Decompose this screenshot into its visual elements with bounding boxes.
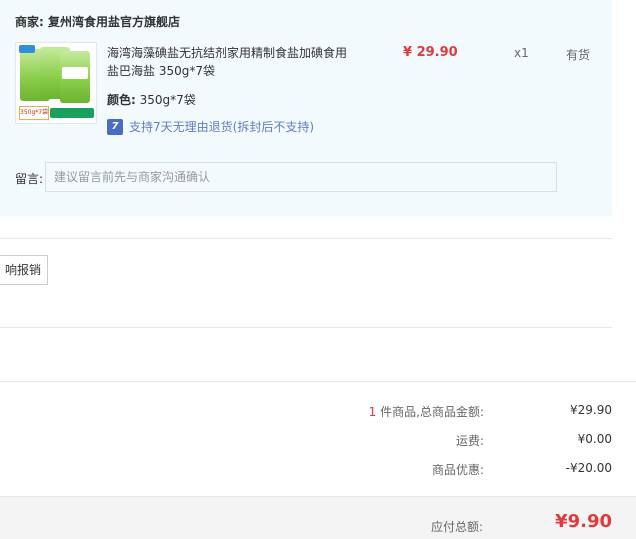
merchant-info: 商家: 复州湾食用盐官方旗舰店 [15,13,180,30]
seven-day-return-icon: 7 [107,118,123,135]
return-policy-text: 支持7天无理由退货(拆封后不支持) [129,120,314,134]
thumbnail-sticker: 350g*7袋 [19,106,49,120]
summary-items-label: 1 件商品,总商品金额: [369,403,484,420]
return-policy[interactable]: 7 支持7天无理由退货(拆封后不支持) [107,118,314,135]
product-quantity: x1 [514,46,529,60]
total-amount: ¥9.90 [555,511,612,532]
product-thumbnail[interactable]: 350g*7袋 [15,42,97,124]
summary-items-amount: ¥29.90 [570,403,612,417]
stock-status: 有货 [566,48,591,62]
attribute-label: 颜色: [107,93,136,107]
discount-label: 商品优惠: [431,463,484,477]
summary-discount-row: 商品优惠: -¥20.00 [300,461,612,479]
order-item-block: 商家: 复州湾食用盐官方旗舰店 350g*7袋 海湾海藻碘盐无抗结剂家用精制食盐… [0,0,612,216]
summary-items-row: 1 件商品,总商品金额: ¥29.90 [300,403,612,421]
total-bar: 应付总额: ¥9.90 [0,496,636,539]
item-count: 1 [368,405,377,419]
merchant-name[interactable]: 复州湾食用盐官方旗舰店 [48,15,180,29]
shipping-amount: ¥0.00 [577,432,612,446]
divider [0,238,612,239]
product-attribute: 颜色: 350g*7袋 [107,91,196,108]
invoice-button[interactable]: 响报销 [0,255,48,285]
message-input[interactable] [45,162,557,192]
merchant-label: 商家: [15,15,44,29]
shipping-label: 运费: [455,434,484,448]
message-label: 留言: [15,172,44,186]
summary-shipping-row: 运费: ¥0.00 [300,432,612,450]
items-label-text: 件商品,总商品金额: [380,405,484,419]
discount-amount: -¥20.00 [565,461,612,475]
thumbnail-strip-graphic [50,108,94,118]
product-price: ¥ 29.90 [403,45,458,60]
brand-badge-graphic [19,45,35,53]
package-label-graphic [62,67,88,79]
divider [0,327,612,328]
divider [0,381,636,382]
product-title[interactable]: 海湾海藻碘盐无抗结剂家用精制食盐加碘食用盐巴海盐 350g*7袋 [107,44,357,80]
attribute-value: 350g*7袋 [139,93,196,107]
total-label: 应付总额: [430,520,483,534]
